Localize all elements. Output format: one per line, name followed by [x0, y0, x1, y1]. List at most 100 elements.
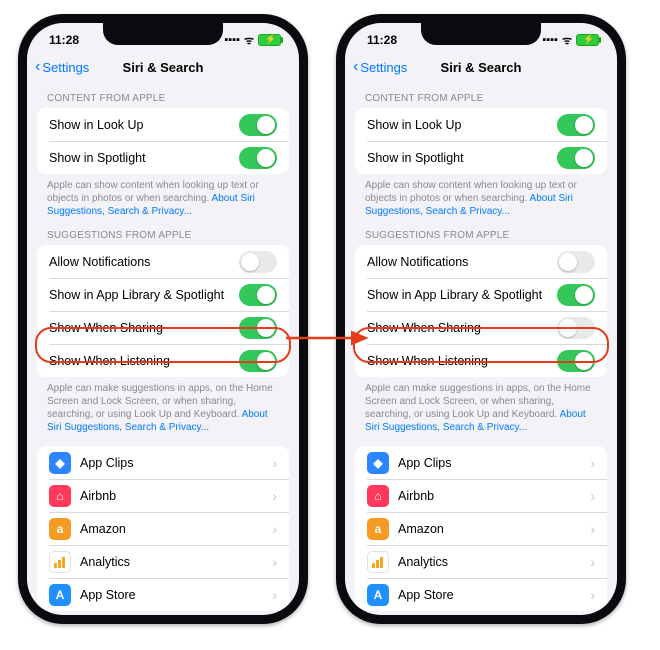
toggle-show-when-listening[interactable]: [239, 350, 277, 372]
app-label: App Clips: [80, 456, 134, 470]
status-indicators: ▪▪▪▪ ᯤ ⚡: [542, 33, 599, 48]
back-button[interactable]: ‹ Settings: [353, 59, 407, 75]
row-show-when-listening[interactable]: Show When Listening: [355, 344, 607, 377]
toggle-show-when-listening[interactable]: [557, 350, 595, 372]
row-label: Show When Sharing: [49, 321, 163, 335]
toggle-show-in-app-library-spotlight[interactable]: [557, 284, 595, 306]
chevron-right-icon: ›: [272, 488, 277, 504]
toggle-show-in-lookup[interactable]: [239, 114, 277, 136]
chevron-right-icon: ›: [272, 521, 277, 537]
signal-icon: ▪▪▪▪: [224, 34, 240, 46]
row-allow-notifications[interactable]: Allow Notifications: [37, 245, 289, 278]
chevron-right-icon: ›: [272, 587, 277, 603]
chevron-right-icon: ›: [272, 455, 277, 471]
chevron-right-icon: ›: [272, 554, 277, 570]
app-row-airbnb[interactable]: ⌂ Airbnb ›: [37, 479, 289, 512]
toggle-show-in-app-library-spotlight[interactable]: [239, 284, 277, 306]
app-label: App Clips: [398, 456, 452, 470]
app-row-app-store[interactable]: A App Store ›: [355, 578, 607, 611]
app-icon-app-store: A: [367, 584, 389, 606]
app-row-app-clips[interactable]: ◆ App Clips ›: [355, 446, 607, 479]
app-row-app-store[interactable]: A App Store ›: [37, 578, 289, 611]
app-label: Airbnb: [80, 489, 116, 503]
app-icon-airbnb: ⌂: [49, 485, 71, 507]
app-icon-amazon: a: [49, 518, 71, 540]
group-content: Show in Look Up Show in Spotlight: [37, 108, 289, 174]
row-show-in-app-library-spotlight[interactable]: Show in App Library & Spotlight: [355, 278, 607, 311]
app-label: Analytics: [398, 555, 448, 569]
row-show-in-spotlight[interactable]: Show in Spotlight: [355, 141, 607, 174]
notch: [421, 23, 541, 45]
row-show-when-listening[interactable]: Show When Listening: [37, 344, 289, 377]
app-icon-app-store: A: [49, 584, 71, 606]
app-icon-app-clips: ◆: [367, 452, 389, 474]
row-label: Allow Notifications: [367, 255, 468, 269]
app-label: Analytics: [80, 555, 130, 569]
app-icon-analytics: [49, 551, 71, 573]
row-show-when-sharing[interactable]: Show When Sharing: [37, 311, 289, 344]
footer-note-content: Apple can show content when looking up t…: [27, 174, 299, 220]
status-indicators: ▪▪▪▪ ᯤ ⚡: [224, 33, 281, 48]
chevron-right-icon: ›: [590, 488, 595, 504]
group-content: Show in Look Up Show in Spotlight: [355, 108, 607, 174]
row-show-in-lookup[interactable]: Show in Look Up: [355, 108, 607, 141]
group-suggestions-left: Allow Notifications Show in App Library &…: [37, 245, 289, 377]
row-show-in-lookup[interactable]: Show in Look Up: [37, 108, 289, 141]
chevron-right-icon: ›: [590, 521, 595, 537]
group-apps: ◆ App Clips › ⌂ Airbnb › a Amazon › Analytics › A Ap…: [37, 446, 289, 611]
battery-icon: ⚡: [576, 34, 599, 46]
app-icon-app-clips: ◆: [49, 452, 71, 474]
back-label: Settings: [360, 60, 407, 75]
row-label: Show in Look Up: [367, 118, 462, 132]
row-show-in-app-library-spotlight[interactable]: Show in App Library & Spotlight: [37, 278, 289, 311]
toggle-allow-notifications[interactable]: [239, 251, 277, 273]
phone-screen-left: 11:28 ▪▪▪▪ ᯤ ⚡ ‹ Settings Siri & Search …: [27, 23, 299, 615]
app-row-app-clips[interactable]: ◆ App Clips ›: [37, 446, 289, 479]
app-row-amazon[interactable]: a Amazon ›: [37, 512, 289, 545]
signal-icon: ▪▪▪▪: [542, 34, 558, 46]
back-button[interactable]: ‹ Settings: [35, 59, 89, 75]
battery-icon: ⚡: [258, 34, 281, 46]
app-row-analytics[interactable]: Analytics ›: [37, 545, 289, 578]
phone-right: 11:28 ▪▪▪▪ ᯤ ⚡ ‹ Settings Siri & Search …: [336, 14, 626, 624]
app-row-analytics[interactable]: Analytics ›: [355, 545, 607, 578]
section-header-suggestions: SUGGESTIONS FROM APPLE: [345, 220, 617, 245]
app-icon-amazon: a: [367, 518, 389, 540]
group-suggestions-right: Allow Notifications Show in App Library &…: [355, 245, 607, 377]
phone-screen-right: 11:28 ▪▪▪▪ ᯤ ⚡ ‹ Settings Siri & Search …: [345, 23, 617, 615]
notch: [103, 23, 223, 45]
app-label: Amazon: [80, 522, 126, 536]
footer-note-suggestions: Apple can make suggestions in apps, on t…: [27, 377, 299, 436]
row-allow-notifications[interactable]: Allow Notifications: [355, 245, 607, 278]
row-label: Allow Notifications: [49, 255, 150, 269]
row-label: Show in Spotlight: [49, 151, 146, 165]
section-header-content: CONTENT FROM APPLE: [345, 83, 617, 108]
row-show-when-sharing[interactable]: Show When Sharing: [355, 311, 607, 344]
nav-bar: ‹ Settings Siri & Search: [27, 51, 299, 83]
status-time: 11:28: [367, 33, 397, 47]
toggle-allow-notifications[interactable]: [557, 251, 595, 273]
row-label: Show in App Library & Spotlight: [49, 288, 224, 302]
row-label: Show When Listening: [49, 354, 170, 368]
status-time: 11:28: [49, 33, 79, 47]
app-row-airbnb[interactable]: ⌂Airbnb›: [355, 479, 607, 512]
toggle-show-in-lookup[interactable]: [557, 114, 595, 136]
toggle-show-in-spotlight[interactable]: [239, 147, 277, 169]
chevron-right-icon: ›: [590, 587, 595, 603]
app-label: App Store: [80, 588, 136, 602]
group-apps: ◆App Clips›⌂Airbnb›aAmazon›Analytics›AAp…: [355, 446, 607, 611]
chevron-left-icon: ‹: [353, 59, 358, 75]
app-label: App Store: [398, 588, 454, 602]
row-show-in-spotlight[interactable]: Show in Spotlight: [37, 141, 289, 174]
section-header-content: CONTENT FROM APPLE: [27, 83, 299, 108]
row-label: Show When Listening: [367, 354, 488, 368]
chevron-right-icon: ›: [590, 455, 595, 471]
chevron-right-icon: ›: [590, 554, 595, 570]
row-label: Show When Sharing: [367, 321, 481, 335]
footer-note-suggestions: Apple can make suggestions in apps, on t…: [345, 377, 617, 436]
toggle-show-in-spotlight[interactable]: [557, 147, 595, 169]
nav-bar: ‹ Settings Siri & Search: [345, 51, 617, 83]
app-row-amazon[interactable]: aAmazon›: [355, 512, 607, 545]
toggle-show-when-sharing[interactable]: [239, 317, 277, 339]
toggle-show-when-sharing[interactable]: [557, 317, 595, 339]
